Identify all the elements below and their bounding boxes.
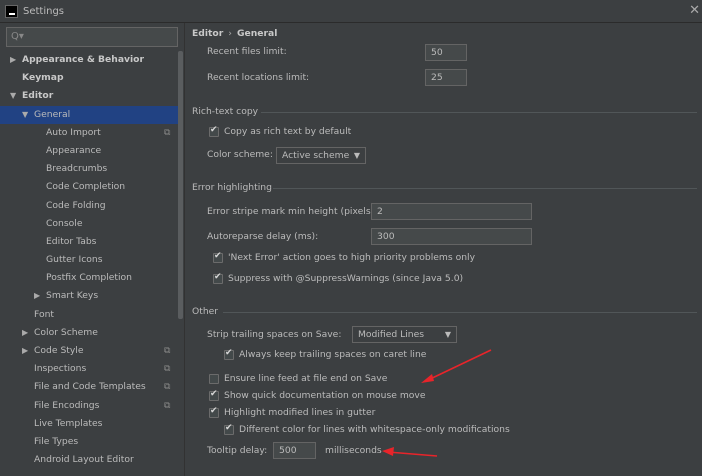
project-level-icon: ⧉ — [164, 364, 171, 375]
sidebar-item-file-and-code-templates[interactable]: File and Code Templates ⧉ — [0, 378, 178, 396]
project-level-icon: ⧉ — [164, 127, 171, 138]
sidebar-item-file-encodings[interactable]: File Encodings ⧉ — [0, 397, 178, 415]
annotation-arrow-line — [425, 349, 492, 382]
sidebar-item-gutter-icons[interactable]: Gutter Icons — [0, 251, 178, 269]
sidebar-item-code-completion[interactable]: Code Completion — [0, 178, 178, 196]
project-level-icon: ⧉ — [164, 382, 171, 393]
sidebar-item-label: Keymap — [22, 72, 64, 84]
sidebar-item-label: Inspections — [34, 363, 87, 375]
sidebar-item-label: Postfix Completion — [46, 272, 132, 284]
sidebar-item-live-templates[interactable]: Live Templates — [0, 415, 178, 433]
intellij-icon — [5, 5, 18, 18]
close-icon[interactable]: ✕ — [689, 3, 700, 18]
sidebar-item-label: Android Layout Editor — [34, 454, 134, 466]
search-icon: Q▾ — [11, 31, 24, 42]
expanded-arrow-icon[interactable]: ▼ — [22, 106, 28, 124]
window-title: Settings — [23, 6, 65, 17]
sidebar-item-label: General — [34, 108, 71, 120]
sidebar-scrollbar[interactable] — [178, 51, 183, 319]
expanded-arrow-icon[interactable]: ▼ — [10, 87, 16, 105]
settings-sidebar: Q▾ ▶ Appearance & Behavior Keymap ▼ Editor ▼ G… — [0, 23, 184, 476]
sidebar-item-label: Auto Import — [46, 126, 101, 138]
collapsed-arrow-icon[interactable]: ▶ — [10, 51, 16, 69]
collapsed-arrow-icon[interactable]: ▶ — [22, 342, 28, 360]
sidebar-item-appearance[interactable]: Appearance — [0, 142, 178, 160]
sidebar-item-color-scheme[interactable]: ▶ Color Scheme — [0, 324, 178, 342]
sidebar-item-label: File and Code Templates — [34, 381, 146, 393]
sidebar-item-label: Console — [46, 217, 83, 229]
sidebar-item-label: File Types — [34, 435, 79, 447]
sidebar-item-label: Font — [34, 308, 55, 320]
sidebar-item-editor[interactable]: ▼ Editor — [0, 87, 178, 105]
collapsed-arrow-icon[interactable]: ▶ — [34, 287, 40, 305]
collapsed-arrow-icon[interactable]: ▶ — [22, 324, 28, 342]
project-level-icon: ⧉ — [164, 400, 171, 411]
settings-content: Editor › General Recent files limit: 50 Re… — [184, 23, 702, 476]
sidebar-item-breadcrumbs[interactable]: Breadcrumbs — [0, 160, 178, 178]
sidebar-item-android-layout-editor[interactable]: Android Layout Editor — [0, 451, 178, 469]
sidebar-item-console[interactable]: Console — [0, 215, 178, 233]
sidebar-item-postfix-completion[interactable]: Postfix Completion — [0, 269, 178, 287]
sidebar-item-keymap[interactable]: Keymap — [0, 69, 178, 87]
sidebar-item-label: File Encodings — [34, 399, 100, 411]
sidebar-item-label: Code Completion — [46, 181, 126, 193]
title-bar: Settings ✕ — [0, 0, 702, 23]
settings-tree: ▶ Appearance & Behavior Keymap ▼ Editor ▼ Gene… — [0, 51, 178, 469]
sidebar-item-label: Smart Keys — [46, 290, 99, 302]
sidebar-item-file-types[interactable]: File Types — [0, 433, 178, 451]
sidebar-item-editor-tabs[interactable]: Editor Tabs — [0, 233, 178, 251]
sidebar-item-label: Breadcrumbs — [46, 163, 108, 175]
annotation-arrow-line — [387, 451, 438, 457]
annotation-arrows — [382, 349, 492, 457]
sidebar-item-auto-import[interactable]: Auto Import ⧉ — [0, 124, 178, 142]
sidebar-item-appearance-behavior[interactable]: ▶ Appearance & Behavior — [0, 51, 178, 69]
sidebar-item-code-style[interactable]: ▶ Code Style ⧉ — [0, 342, 178, 360]
sidebar-item-smart-keys[interactable]: ▶ Smart Keys — [0, 287, 178, 305]
sidebar-item-label: Live Templates — [34, 417, 103, 429]
sidebar-item-code-folding[interactable]: Code Folding — [0, 197, 178, 215]
annotation-arrowhead — [382, 447, 394, 456]
sidebar-item-label: Code Folding — [46, 199, 106, 211]
sidebar-item-label: Editor Tabs — [46, 235, 97, 247]
project-level-icon: ⧉ — [164, 346, 171, 356]
annotation-arrowhead — [421, 374, 434, 383]
search-input[interactable]: Q▾ — [6, 27, 178, 47]
sidebar-item-label: Code Style — [34, 345, 84, 356]
sidebar-item-font[interactable]: Font — [0, 306, 178, 324]
sidebar-item-label: Gutter Icons — [46, 254, 103, 266]
sidebar-item-label: Editor — [22, 90, 54, 102]
sidebar-item-general[interactable]: ▼ General — [0, 105, 178, 124]
sidebar-item-label: Appearance — [46, 144, 102, 156]
sidebar-item-label: Appearance & Behavior — [22, 54, 145, 65]
sidebar-item-inspections[interactable]: Inspections ⧉ — [0, 360, 178, 378]
sidebar-item-label: Color Scheme — [34, 326, 98, 338]
